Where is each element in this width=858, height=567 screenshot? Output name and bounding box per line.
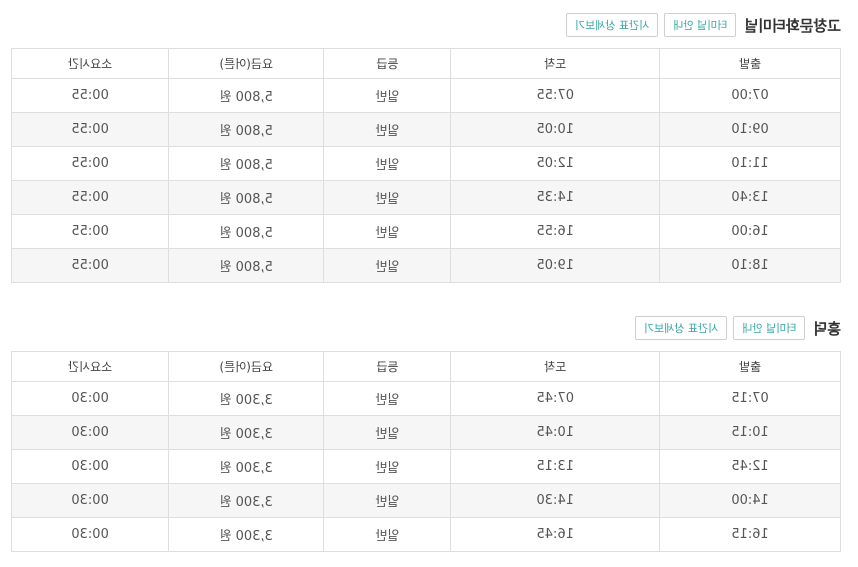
duration-cell: 00:55	[11, 248, 169, 283]
duration-cell: 00:55	[11, 78, 169, 113]
col-fare: 요금(어른)	[168, 48, 324, 79]
arrival-cell: 16:45	[450, 517, 660, 552]
arrival-cell: 14:35	[450, 180, 660, 215]
table-row: 16:15 16:45 일반 3,300 원 00:30	[11, 517, 841, 552]
fare-cell: 5,800 원	[168, 248, 324, 283]
departure-cell: 16:15	[659, 517, 841, 552]
fare-cell: 5,800 원	[168, 146, 324, 181]
arrival-cell: 16:55	[450, 214, 660, 249]
table-row: 07:15 07:45 일반 3,300 원 00:30	[11, 381, 841, 416]
grade-cell: 일반	[323, 180, 451, 215]
duration-cell: 00:30	[11, 449, 169, 484]
table-row: 16:00 16:55 일반 5,800 원 00:55	[11, 214, 841, 249]
arrival-cell: 10:45	[450, 415, 660, 450]
terminal-info-button[interactable]: 터미널 안내	[733, 316, 806, 340]
grade-cell: 일반	[323, 112, 451, 147]
table-row: 11:10 12:05 일반 5,800 원 00:55	[11, 146, 841, 181]
grade-cell: 일반	[323, 78, 451, 113]
departure-cell: 07:15	[659, 381, 841, 416]
table-row: 07:00 07:55 일반 5,800 원 00:55	[11, 78, 841, 113]
table-row: 12:45 13:15 일반 3,300 원 00:30	[11, 449, 841, 484]
arrival-cell: 19:05	[450, 248, 660, 283]
fare-cell: 5,800 원	[168, 214, 324, 249]
terminal-title: 고창문화터미널	[744, 16, 841, 35]
grade-cell: 일반	[323, 415, 451, 450]
grade-cell: 일반	[323, 248, 451, 283]
arrival-cell: 07:45	[450, 381, 660, 416]
table-row: 10:15 10:45 일반 3,300 원 00:30	[11, 415, 841, 450]
fare-cell: 3,300 원	[168, 415, 324, 450]
grade-cell: 일반	[323, 214, 451, 249]
arrival-cell: 13:15	[450, 449, 660, 484]
col-duration: 소요시간	[11, 351, 169, 382]
section-header: 고창문화터미널 터미널 안내 시간표 상세보기	[11, 10, 841, 40]
departure-cell: 13:40	[659, 180, 841, 215]
timetable-detail-button[interactable]: 시간표 상세보기	[565, 13, 659, 37]
duration-cell: 00:30	[11, 517, 169, 552]
col-arrival: 도착	[450, 351, 660, 382]
duration-cell: 00:55	[11, 214, 169, 249]
departure-cell: 07:00	[659, 78, 841, 113]
departure-cell: 18:10	[659, 248, 841, 283]
timetable: 출발 도착 등급 요금(어른) 소요시간 07:00 07:55 일반 5,800 원…	[11, 48, 841, 283]
fare-cell: 5,800 원	[168, 78, 324, 113]
table-row: 18:10 19:05 일반 5,800 원 00:55	[11, 248, 841, 283]
arrival-cell: 14:30	[450, 483, 660, 518]
col-departure: 출발	[659, 48, 841, 79]
table-row: 09:10 10:05 일반 5,800 원 00:55	[11, 112, 841, 147]
fare-cell: 5,800 원	[168, 112, 324, 147]
duration-cell: 00:55	[11, 112, 169, 147]
col-duration: 소요시간	[11, 48, 169, 79]
terminal-title: 흥덕	[813, 319, 841, 338]
table-header-row: 출발 도착 등급 요금(어른) 소요시간	[11, 48, 841, 79]
fare-cell: 3,300 원	[168, 381, 324, 416]
section-header: 흥덕 터미널 안내 시간표 상세보기	[11, 313, 841, 343]
table-header-row: 출발 도착 등급 요금(어른) 소요시간	[11, 351, 841, 382]
departure-cell: 11:10	[659, 146, 841, 181]
col-fare: 요금(어른)	[168, 351, 324, 382]
fare-cell: 3,300 원	[168, 449, 324, 484]
terminal-info-button[interactable]: 터미널 안내	[664, 13, 737, 37]
grade-cell: 일반	[323, 146, 451, 181]
col-departure: 출발	[659, 351, 841, 382]
duration-cell: 00:30	[11, 381, 169, 416]
duration-cell: 00:30	[11, 483, 169, 518]
departure-cell: 12:45	[659, 449, 841, 484]
grade-cell: 일반	[323, 483, 451, 518]
col-grade: 등급	[323, 351, 451, 382]
fare-cell: 5,800 원	[168, 180, 324, 215]
table-row: 13:40 14:35 일반 5,800 원 00:55	[11, 180, 841, 215]
grade-cell: 일반	[323, 381, 451, 416]
arrival-cell: 10:05	[450, 112, 660, 147]
route-section-1: 고창문화터미널 터미널 안내 시간표 상세보기 출발 도착 등급 요금(어른) …	[11, 10, 841, 283]
table-row: 14:00 14:30 일반 3,300 원 00:30	[11, 483, 841, 518]
duration-cell: 00:55	[11, 146, 169, 181]
duration-cell: 00:30	[11, 415, 169, 450]
col-arrival: 도착	[450, 48, 660, 79]
departure-cell: 09:10	[659, 112, 841, 147]
fare-cell: 3,300 원	[168, 517, 324, 552]
grade-cell: 일반	[323, 517, 451, 552]
timetable-detail-button[interactable]: 시간표 상세보기	[634, 316, 728, 340]
arrival-cell: 12:05	[450, 146, 660, 181]
route-section-2: 흥덕 터미널 안내 시간표 상세보기 출발 도착 등급 요금(어른) 소요시간 …	[11, 313, 841, 552]
grade-cell: 일반	[323, 449, 451, 484]
duration-cell: 00:55	[11, 180, 169, 215]
timetable: 출발 도착 등급 요금(어른) 소요시간 07:15 07:45 일반 3,300 원…	[11, 351, 841, 552]
departure-cell: 10:15	[659, 415, 841, 450]
departure-cell: 16:00	[659, 214, 841, 249]
col-grade: 등급	[323, 48, 451, 79]
arrival-cell: 07:55	[450, 78, 660, 113]
fare-cell: 3,300 원	[168, 483, 324, 518]
departure-cell: 14:00	[659, 483, 841, 518]
